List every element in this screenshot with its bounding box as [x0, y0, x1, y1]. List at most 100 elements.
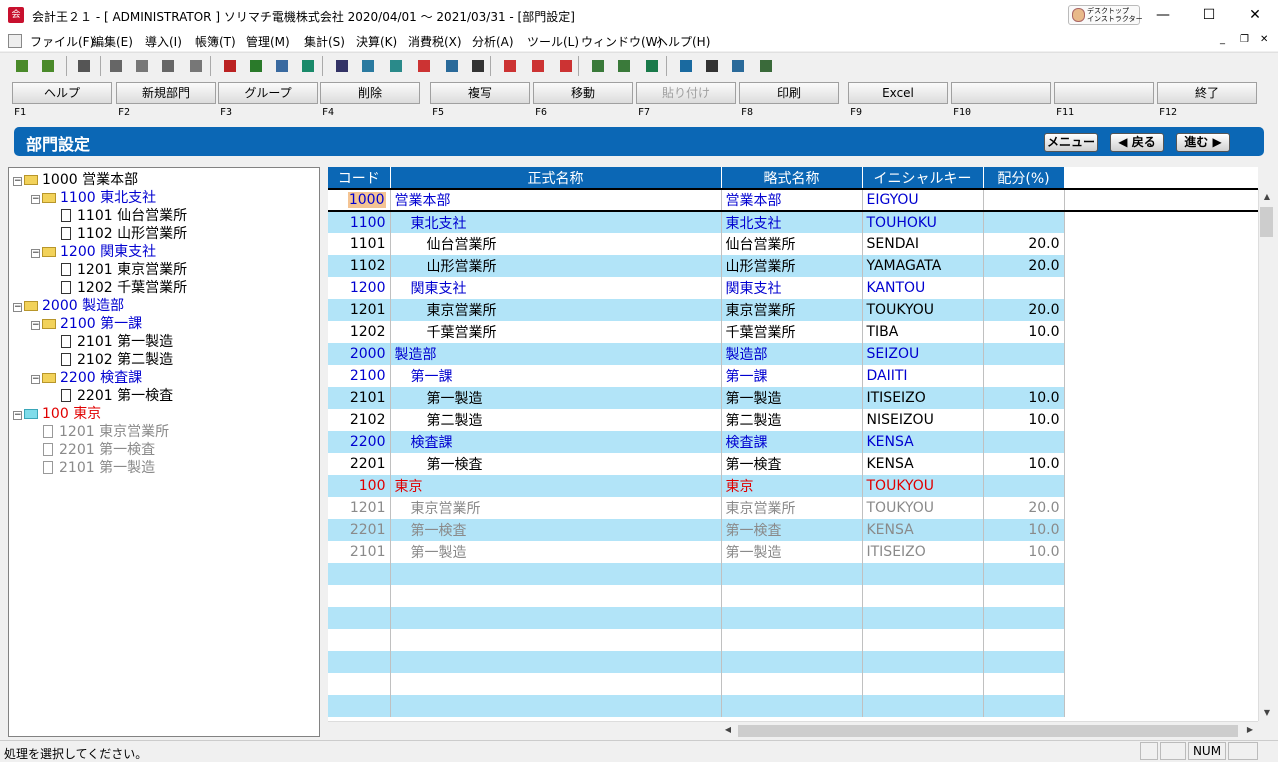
scroll-thumb[interactable]: [1260, 207, 1273, 237]
cell-code[interactable]: 2100: [328, 365, 391, 387]
cell-short-name[interactable]: 東北支社: [721, 211, 863, 233]
cell-short-name[interactable]: 第一検査: [721, 453, 863, 475]
cell-initial-key[interactable]: SENDAI: [862, 233, 984, 255]
fkey-button-f6[interactable]: 移動: [533, 82, 633, 104]
cell-allocation[interactable]: [983, 475, 1065, 497]
minimize-button[interactable]: —: [1140, 0, 1186, 31]
table-row[interactable]: 2101 第一製造 第一製造 ITISEIZO 10.0: [328, 387, 1258, 409]
cell-initial-key[interactable]: ITISEIZO: [862, 541, 984, 563]
table-row[interactable]: 1201 東京営業所 東京営業所 TOUKYOU 20.0: [328, 299, 1258, 321]
fkey-button-f11[interactable]: [1054, 82, 1154, 104]
empty-cell[interactable]: [328, 651, 391, 673]
desktop-instructor-button[interactable]: デスクトップ インストラクター: [1068, 5, 1143, 25]
book-icon[interactable]: [220, 56, 240, 76]
tree-node[interactable]: − 2100 第一課: [31, 315, 142, 333]
close-button[interactable]: ✕: [1232, 0, 1278, 31]
help-icon[interactable]: [676, 56, 696, 76]
menu-item-9[interactable]: ツール(L): [527, 33, 579, 50]
layers-icon[interactable]: [702, 56, 722, 76]
empty-cell[interactable]: [862, 673, 984, 695]
cell-name[interactable]: 千葉営業所: [390, 321, 722, 343]
cell-short-name[interactable]: 第一検査: [721, 519, 863, 541]
empty-cell[interactable]: [328, 563, 391, 585]
empty-cell[interactable]: [328, 629, 391, 651]
empty-cell[interactable]: [328, 607, 391, 629]
cell-initial-key[interactable]: TOUKYOU: [862, 475, 984, 497]
tree-node[interactable]: − 1100 東北支社: [31, 189, 156, 207]
column-header[interactable]: コード: [328, 167, 391, 189]
scroll-up-icon[interactable]: ▲: [1259, 189, 1275, 205]
empty-row[interactable]: [328, 695, 1258, 717]
cell-initial-key[interactable]: YAMAGATA: [862, 255, 984, 277]
tree-node[interactable]: 2101 第一製造: [49, 333, 173, 351]
cell-short-name[interactable]: 製造部: [721, 343, 863, 365]
empty-cell[interactable]: [328, 585, 391, 607]
table-row[interactable]: 2102 第二製造 第二製造 NISEIZOU 10.0: [328, 409, 1258, 431]
document-menu-icon[interactable]: [8, 34, 22, 48]
column-header[interactable]: 正式名称: [390, 167, 722, 189]
report-icon[interactable]: [588, 56, 608, 76]
cell-initial-key[interactable]: TOUHOKU: [862, 211, 984, 233]
cell-short-name[interactable]: 山形営業所: [721, 255, 863, 277]
paste-icon[interactable]: [158, 56, 178, 76]
cell-initial-key[interactable]: TIBA: [862, 321, 984, 343]
table-row[interactable]: 2201 第一検査 第一検査 KENSA 10.0: [328, 519, 1258, 541]
fkey-button-f9[interactable]: Excel: [848, 82, 948, 104]
tree-node[interactable]: 2201 第一検査: [49, 387, 173, 405]
department-grid[interactable]: コード 正式名称 略式名称 イニシャルキー 配分(%) 1000 営業本部 営業本部 EIGY…: [328, 167, 1258, 721]
empty-cell[interactable]: [983, 629, 1065, 651]
empty-cell[interactable]: [862, 585, 984, 607]
cell-initial-key[interactable]: KENSA: [862, 431, 984, 453]
cell-allocation[interactable]: 10.0: [983, 541, 1065, 563]
tree-expander-icon[interactable]: −: [13, 177, 22, 186]
empty-row[interactable]: [328, 651, 1258, 673]
menu-button[interactable]: メニュー: [1044, 133, 1098, 152]
table-row[interactable]: 2200 検査課 検査課 KENSA: [328, 431, 1258, 453]
tree-node[interactable]: − 1200 関東支社: [31, 243, 156, 261]
table-row[interactable]: 2101 第一製造 第一製造 ITISEIZO 10.0: [328, 541, 1258, 563]
select-icon[interactable]: [74, 56, 94, 76]
cell-short-name[interactable]: 第一課: [721, 365, 863, 387]
empty-cell[interactable]: [390, 629, 722, 651]
menu-item-2[interactable]: 導入(I): [145, 33, 182, 50]
cell-initial-key[interactable]: KENSA: [862, 519, 984, 541]
calculator-icon[interactable]: [756, 56, 776, 76]
heart-icon[interactable]: [298, 56, 318, 76]
cell-code[interactable]: 2201: [328, 519, 391, 541]
empty-cell[interactable]: [983, 673, 1065, 695]
cell-name[interactable]: 営業本部: [390, 188, 722, 212]
empty-cell[interactable]: [862, 651, 984, 673]
scroll-right-icon[interactable]: ▶: [1242, 722, 1258, 738]
tree-node[interactable]: 1201 東京営業所: [49, 261, 187, 279]
table-row[interactable]: 2100 第一課 第一課 DAIITI: [328, 365, 1258, 387]
cell-allocation[interactable]: [983, 365, 1065, 387]
tree-expander-icon[interactable]: −: [13, 303, 22, 312]
cell-initial-key[interactable]: EIGYOU: [862, 188, 984, 212]
tree-expander-icon[interactable]: −: [31, 321, 40, 330]
column-header[interactable]: イニシャルキー: [862, 167, 984, 189]
cell-initial-key[interactable]: KENSA: [862, 453, 984, 475]
mdi-minimize-button[interactable]: _: [1220, 34, 1234, 45]
cell-name[interactable]: 東京営業所: [390, 299, 722, 321]
menu-item-6[interactable]: 決算(K): [356, 33, 397, 50]
cell-allocation[interactable]: [983, 277, 1065, 299]
menu-item-1[interactable]: 編集(E): [92, 33, 133, 50]
fkey-button-f10[interactable]: [951, 82, 1051, 104]
table-row[interactable]: 2201 第一検査 第一検査 KENSA 10.0: [328, 453, 1258, 475]
menu-item-10[interactable]: ウィンドウ(W): [581, 33, 662, 50]
empty-cell[interactable]: [390, 585, 722, 607]
next-button[interactable]: 進む ▶: [1176, 133, 1230, 152]
table-row[interactable]: 100 東京 東京 TOUKYOU: [328, 475, 1258, 497]
cell-short-name[interactable]: 営業本部: [721, 188, 863, 212]
fkey-button-f3[interactable]: グループ: [218, 82, 318, 104]
cell-initial-key[interactable]: TOUKYOU: [862, 299, 984, 321]
app-icon[interactable]: 会: [8, 7, 24, 23]
copy-icon[interactable]: [132, 56, 152, 76]
back-button[interactable]: ◀ 戻る: [1110, 133, 1164, 152]
cell-code[interactable]: 2101: [328, 387, 391, 409]
empty-cell[interactable]: [983, 607, 1065, 629]
cell-allocation[interactable]: 10.0: [983, 519, 1065, 541]
cell-code[interactable]: 1202: [328, 321, 391, 343]
empty-cell[interactable]: [721, 585, 863, 607]
tree-node[interactable]: 2201 第一検査: [31, 441, 155, 459]
